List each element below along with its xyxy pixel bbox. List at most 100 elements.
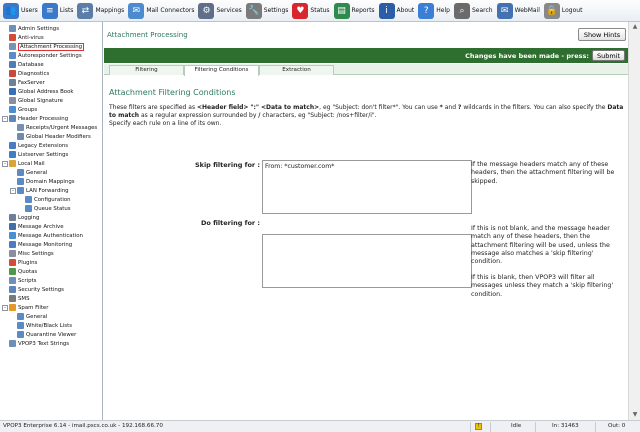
intro-text-part: as a regular expression surrounded by [139,112,259,119]
sidebar-item-legacy-extensions[interactable]: Legacy Extensions [0,141,102,150]
toolbar-label: Mappings [95,7,125,14]
submit-button[interactable]: Submit [592,50,625,61]
toolbar-help-button[interactable]: ? Help [418,1,450,21]
tree-node-icon [9,25,16,32]
scroll-up-icon[interactable]: ▲ [631,23,639,31]
tree-node-icon [25,196,32,203]
status-out-count: Out: 0 [608,423,626,429]
sidebar-item-label: Attachment Processing [18,42,85,51]
sidebar-item-label: Message Authentication [18,232,83,239]
reports-icon: ▤ [333,2,350,19]
toolbar-label: Lists [59,7,74,14]
main-panel: Attachment Processing Show Hints Changes… [104,22,628,420]
scroll-down-icon[interactable]: ▼ [631,411,639,419]
skip-filtering-textarea[interactable] [262,160,472,214]
tab-extraction[interactable]: Extraction [259,65,334,75]
sidebar-item-misc-settings[interactable]: Misc Settings [0,249,102,258]
tab-bar: Filtering Filtering Conditions Extractio… [104,64,628,76]
tab-filtering-conditions[interactable]: Filtering Conditions [184,65,259,76]
sidebar-item-listserver-settings[interactable]: Listserver Settings [0,150,102,159]
sidebar-item-quarantine-viewer[interactable]: Quarantine Viewer [0,330,102,339]
sidebar-item-lan-forwarding[interactable]: - LAN Forwarding [0,186,102,195]
tree-node-icon [9,223,16,230]
sidebar-item-label: Message Archive [18,223,64,230]
sidebar-item-scripts[interactable]: Scripts [0,276,102,285]
tab-label: Extraction [282,67,311,73]
sidebar-item-receipts-urgent-messages[interactable]: Receipts/Urgent Messages [0,123,102,132]
tree-node-icon [9,304,16,311]
toolbar-label: Reports [351,7,375,14]
do-filtering-textarea[interactable] [262,234,472,288]
toolbar-mappings-button[interactable]: ⇄ Mappings [77,1,124,21]
tab-filtering[interactable]: Filtering [109,65,184,75]
toolbar-logout-button[interactable]: 🔒 Logout [543,1,583,21]
tree-collapse-icon[interactable]: - [2,160,8,167]
sidebar-item-message-monitoring[interactable]: Message Monitoring [0,240,102,249]
sidebar-item-label: Spam Filter [18,304,49,311]
toolbar-services-button[interactable]: ⚙ Services [198,1,242,21]
toolbar-search-button[interactable]: ⌕ Search [453,1,493,21]
tree-node-icon [17,169,24,176]
tree-node-icon [9,115,16,122]
sidebar-item-security-settings[interactable]: Security Settings [0,285,102,294]
sidebar-item-label: Local Mail [18,160,45,167]
sidebar-item-diagnostics[interactable]: Diagnostics [0,69,102,78]
sidebar-item-vpop3-text-strings[interactable]: VPOP3 Text Strings [0,339,102,348]
sidebar-item-faxserver[interactable]: FaxServer [0,78,102,87]
sidebar-item-spam-filter[interactable]: - Spam Filter [0,303,102,312]
sidebar-item-database[interactable]: Database [0,60,102,69]
sidebar-item-header-processing[interactable]: - Header Processing [0,114,102,123]
show-hints-button[interactable]: Show Hints [578,28,626,41]
sidebar-item-anti-virus[interactable]: Anti-virus [0,33,102,42]
status-divider [535,422,536,432]
tree-collapse-icon[interactable]: - [2,304,8,311]
status-server-info: VPOP3 Enterprise 6.14 - imail.pscs.co.uk… [3,423,163,429]
sidebar-item-label: Global Signature [18,97,63,104]
toolbar-settings-button[interactable]: 🔧 Settings [245,1,288,21]
sidebar-item-message-archive[interactable]: Message Archive [0,222,102,231]
tree-node-icon [9,88,16,95]
sidebar-item-global-header-modifiers[interactable]: Global Header Modifiers [0,132,102,141]
tree-collapse-icon[interactable]: - [2,115,8,122]
sidebar-item-general[interactable]: General [0,312,102,321]
status-bar: VPOP3 Enterprise 6.14 - imail.pscs.co.uk… [0,420,640,432]
sidebar-item-autoresponder-settings[interactable]: Autoresponder Settings [0,51,102,60]
toolbar-reports-button[interactable]: ▤ Reports [333,1,375,21]
tree-node-icon [9,43,16,50]
sidebar-item-admin-settings[interactable]: Admin Settings [0,24,102,33]
sidebar-item-general[interactable]: General [0,168,102,177]
toolbar-lists-button[interactable]: ≡ Lists [41,1,74,21]
sidebar-item-plugins[interactable]: Plugins [0,258,102,267]
toolbar-status-button[interactable]: ♥ Status [292,1,330,21]
sidebar-item-quotas[interactable]: Quotas [0,267,102,276]
settings-icon: 🔧 [245,2,262,19]
sidebar-item-domain-mappings[interactable]: Domain Mappings [0,177,102,186]
sidebar-item-white-black-lists[interactable]: White/Black Lists [0,321,102,330]
tree-collapse-icon[interactable]: - [10,187,16,194]
warning-icon[interactable]: ! [475,423,482,430]
changes-bar: Changes have been made - press: Submit [104,48,628,63]
toolbar-label: Users [21,7,38,14]
sidebar-item-configuration[interactable]: Configuration [0,195,102,204]
toolbar-webmail-button[interactable]: ✉ WebMail [496,1,540,21]
tree-node-icon [9,268,16,275]
sidebar-item-queue-status[interactable]: Queue Status [0,204,102,213]
sidebar-item-global-signature[interactable]: Global Signature [0,96,102,105]
sidebar-item-label: Domain Mappings [26,178,75,185]
sidebar-item-message-authentication[interactable]: Message Authentication [0,231,102,240]
toolbar-label: Services [216,7,242,14]
sidebar-item-groups[interactable]: Groups [0,105,102,114]
vertical-scrollbar[interactable]: ▲ ▼ [628,22,640,420]
sidebar-item-attachment-processing[interactable]: Attachment Processing [0,42,102,51]
toolbar-users-button[interactable]: 👥 Users [3,1,38,21]
sidebar-item-local-mail[interactable]: - Local Mail [0,159,102,168]
sidebar-item-logging[interactable]: Logging [0,213,102,222]
sidebar-item-global-address-book[interactable]: Global Address Book [0,87,102,96]
services-icon: ⚙ [198,2,215,19]
sidebar-item-sms[interactable]: SMS [0,294,102,303]
tree-node-icon [17,178,24,185]
toolbar-about-button[interactable]: i About [378,1,414,21]
toolbar-label: Logout [561,7,583,14]
toolbar-mail-connectors-button[interactable]: ✉ Mail Connectors [128,1,194,21]
do-filtering-help-2: If this is blank, then VPOP3 will filter… [471,274,614,298]
